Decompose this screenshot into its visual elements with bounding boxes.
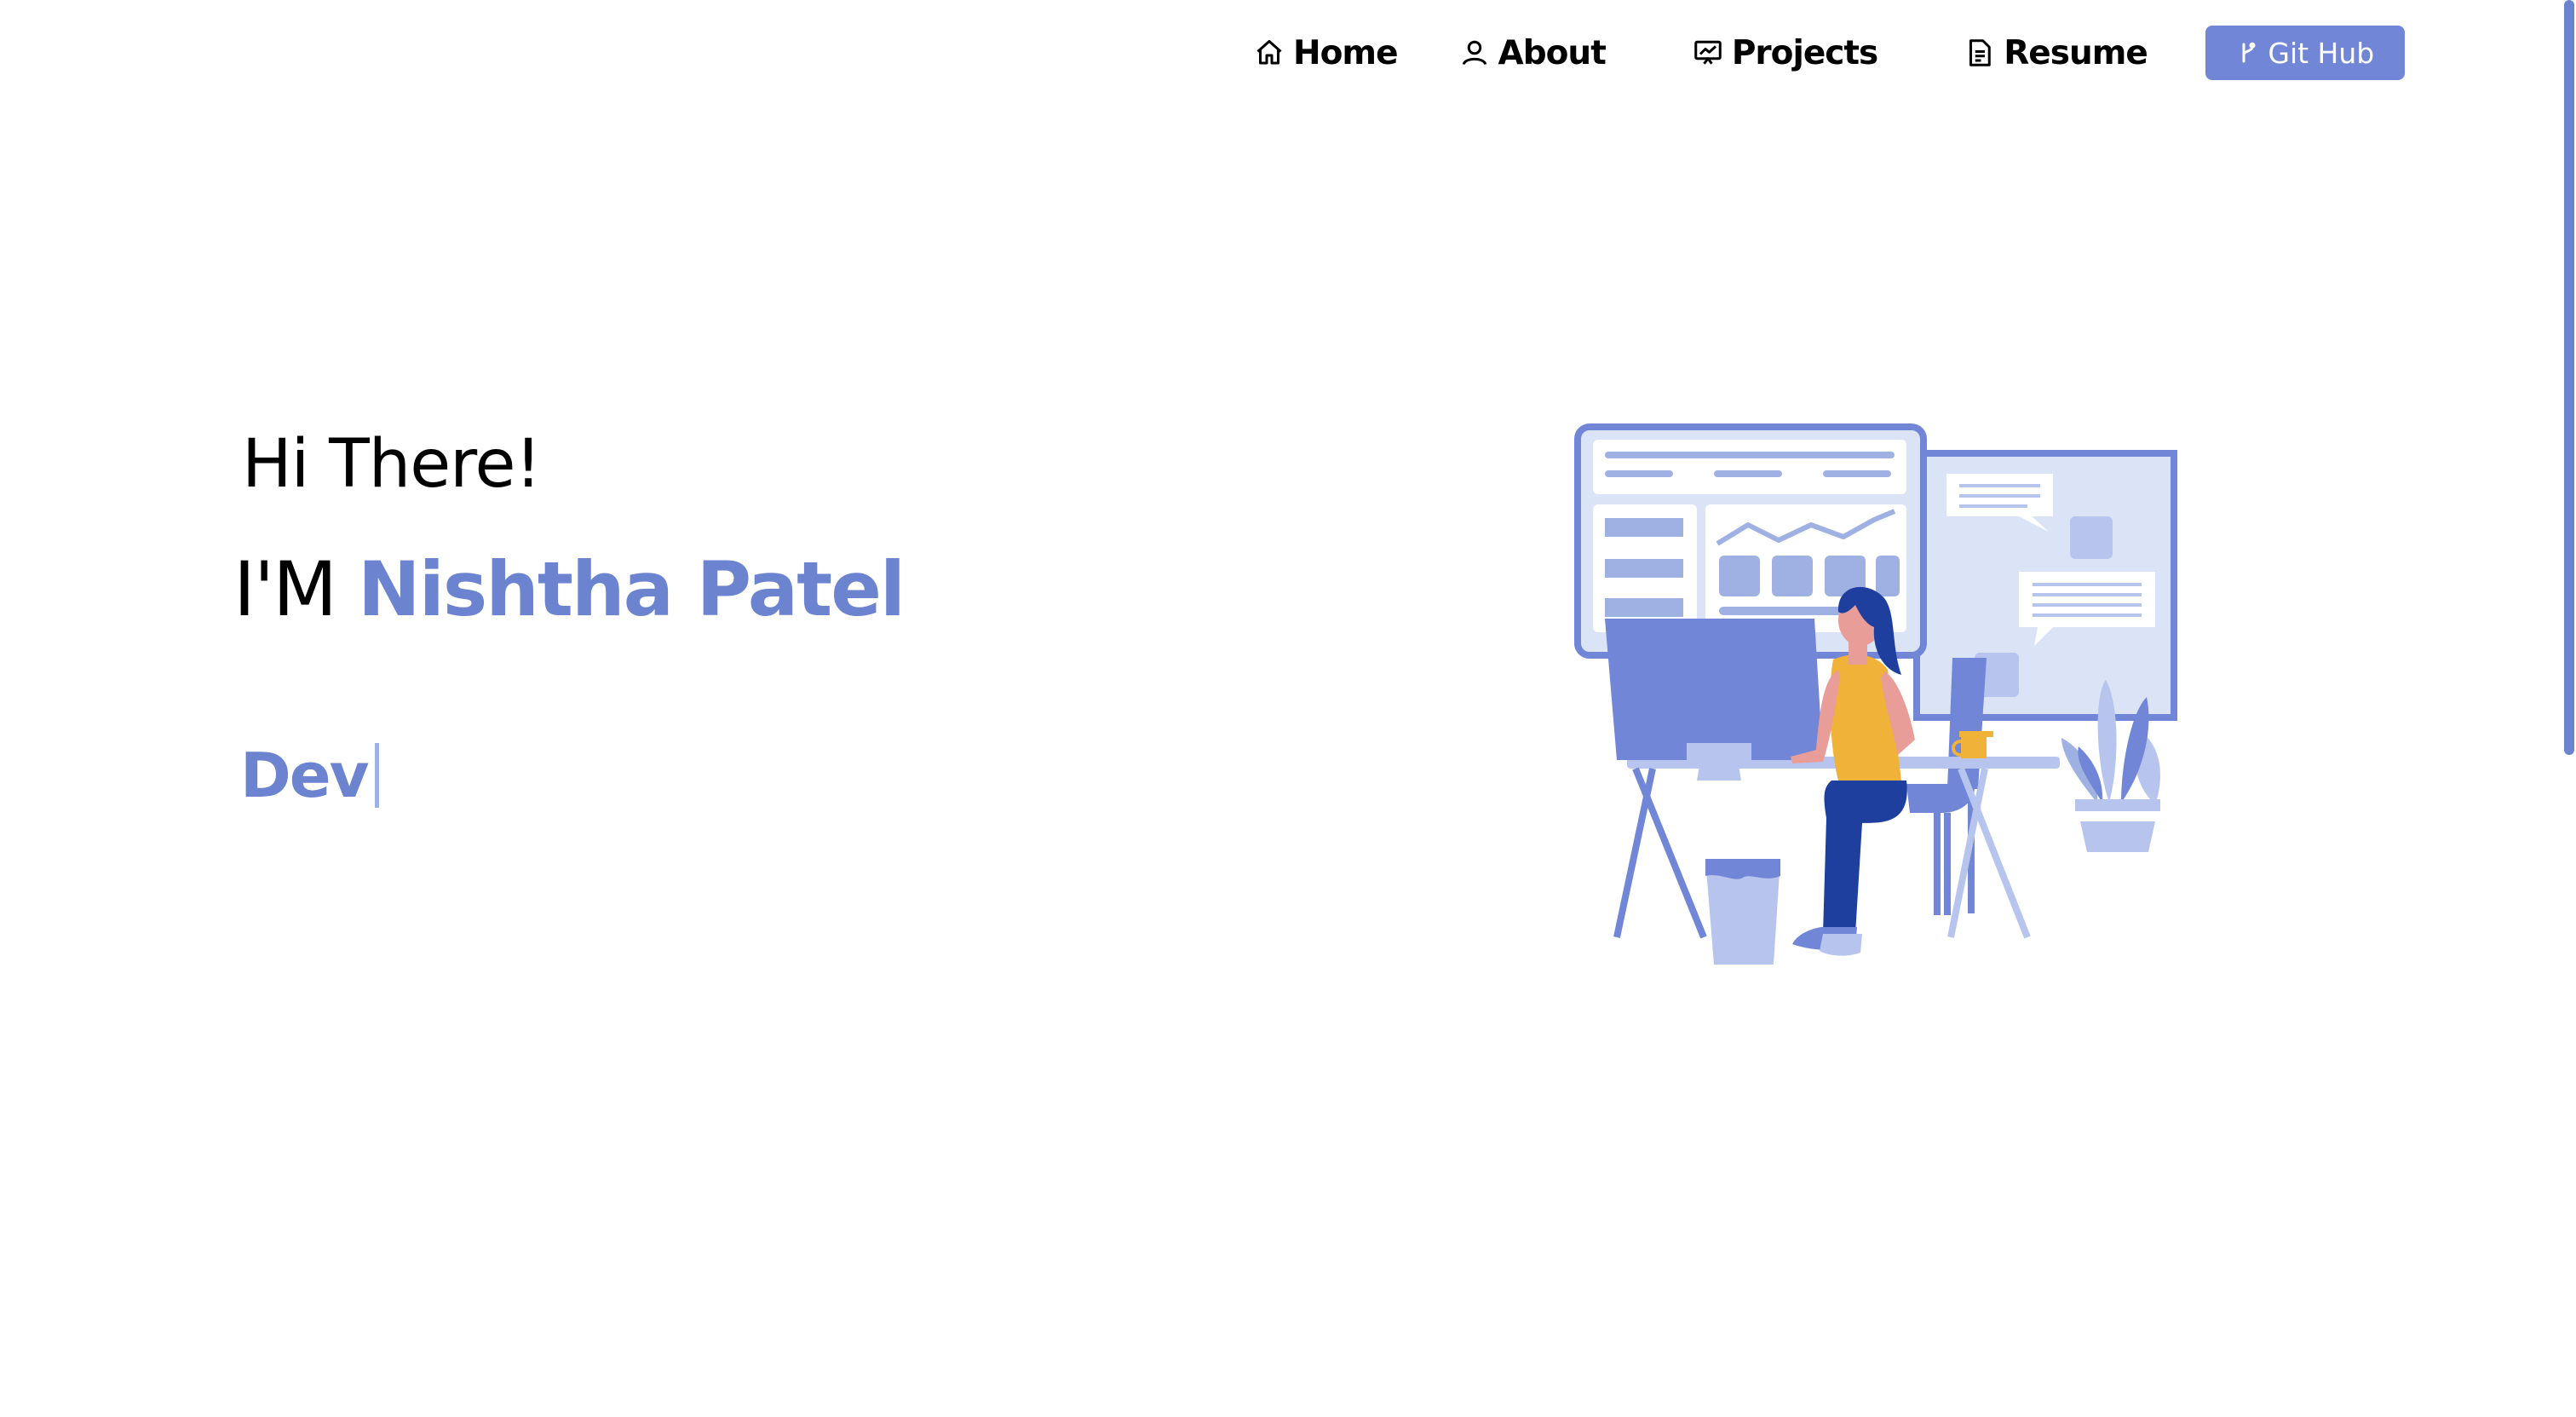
typed-text: Dev xyxy=(240,740,370,811)
nav-item-home[interactable]: Home xyxy=(1252,33,1399,72)
document-icon xyxy=(1963,36,1997,70)
github-button-label: Git Hub xyxy=(2268,36,2375,70)
hero-name: Nishtha Patel xyxy=(358,545,906,633)
scrollbar-thumb[interactable] xyxy=(2564,0,2574,755)
nav-item-about[interactable]: About xyxy=(1458,33,1607,72)
nav-item-label: Projects xyxy=(1731,33,1878,72)
github-button[interactable]: Git Hub xyxy=(2205,26,2405,80)
scrollbar[interactable] xyxy=(2559,0,2576,1417)
nav-item-resume[interactable]: Resume xyxy=(1963,34,2148,72)
git-fork-icon xyxy=(2235,39,2263,66)
developer-illustration xyxy=(1574,423,2177,965)
nav-item-label: About xyxy=(1498,33,1607,72)
user-icon xyxy=(1458,36,1492,70)
intro-prefix: I'M xyxy=(233,545,359,633)
typewriter-text: Dev xyxy=(240,740,379,811)
presentation-chart-icon xyxy=(1691,36,1725,70)
nav-item-label: Resume xyxy=(2004,33,2148,72)
page: Home About Projects Resume Git Hub Hi Th… xyxy=(0,0,2576,1417)
top-nav: Home About Projects Resume Git Hub xyxy=(1252,24,2405,82)
nav-item-projects[interactable]: Projects xyxy=(1691,33,1878,72)
hero-intro: I'M Nishtha Patel xyxy=(233,545,906,633)
hero-greeting: Hi There! xyxy=(242,426,542,503)
typing-cursor xyxy=(374,743,379,808)
home-icon xyxy=(1252,36,1286,70)
nav-item-label: Home xyxy=(1293,33,1399,72)
